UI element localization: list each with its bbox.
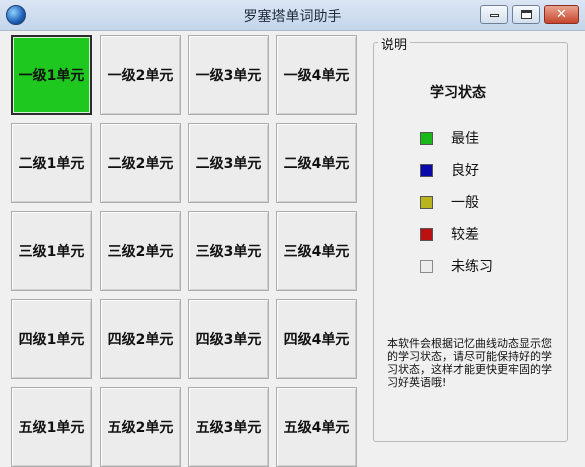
unit-button[interactable]: 一级2单元 (100, 35, 181, 115)
legend-group-title: 说明 (378, 34, 411, 53)
unit-button[interactable]: 五级3单元 (188, 387, 269, 467)
legend-label: 未练习 (451, 259, 493, 275)
unit-button[interactable]: 三级2单元 (100, 211, 181, 291)
unit-button[interactable]: 二级2单元 (100, 123, 181, 203)
legend-label: 良好 (451, 163, 479, 179)
unit-button[interactable]: 二级1单元 (11, 123, 92, 203)
legend-swatch (420, 163, 433, 177)
unit-button[interactable]: 一级3单元 (188, 35, 269, 115)
unit-button[interactable]: 五级1单元 (11, 387, 92, 467)
legend-item-fair: 一般 (420, 193, 479, 211)
unit-button[interactable]: 一级1单元 (11, 35, 92, 115)
unit-button[interactable]: 五级4单元 (276, 387, 357, 467)
legend-label: 最佳 (451, 131, 479, 147)
legend-label: 一般 (451, 195, 479, 211)
legend-item-poor: 较差 (420, 225, 479, 243)
maximize-icon (521, 10, 532, 19)
unit-button[interactable]: 三级3单元 (188, 211, 269, 291)
legend-item-none: 未练习 (420, 257, 493, 275)
close-icon: ✕ (556, 7, 567, 22)
unit-button[interactable]: 四级4单元 (276, 299, 357, 379)
study-status-heading: 学习状态 (430, 85, 486, 101)
legend-item-best: 最佳 (420, 129, 479, 147)
close-button[interactable]: ✕ (544, 5, 579, 24)
legend-label: 较差 (451, 227, 479, 243)
unit-button[interactable]: 三级1单元 (11, 211, 92, 291)
unit-button[interactable]: 二级4单元 (276, 123, 357, 203)
legend-swatch (420, 195, 433, 209)
help-note: 本软件会根据记忆曲线动态显示您的学习状态，请尽可能保持好的学习状态，这样才能更快… (387, 337, 552, 389)
title-bar: 罗塞塔单词助手 ✕ (0, 0, 585, 31)
unit-button[interactable]: 五级2单元 (100, 387, 181, 467)
unit-button[interactable]: 四级3单元 (188, 299, 269, 379)
minimize-button[interactable] (480, 5, 508, 24)
minimize-icon (490, 14, 499, 17)
unit-button[interactable]: 二级3单元 (188, 123, 269, 203)
legend-item-good: 良好 (420, 161, 479, 179)
unit-button[interactable]: 三级4单元 (276, 211, 357, 291)
unit-button[interactable]: 一级4单元 (276, 35, 357, 115)
legend-swatch (420, 131, 433, 145)
unit-button[interactable]: 四级1单元 (11, 299, 92, 379)
maximize-button[interactable] (512, 5, 540, 24)
unit-button[interactable]: 四级2单元 (100, 299, 181, 379)
legend-swatch (420, 259, 433, 273)
legend-swatch (420, 227, 433, 241)
